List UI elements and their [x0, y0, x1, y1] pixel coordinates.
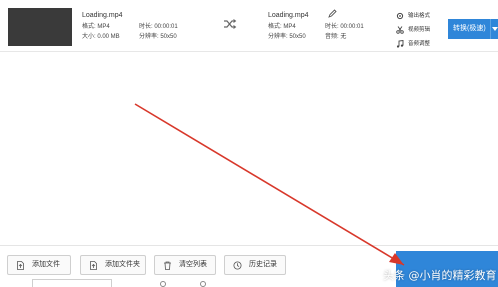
clear-list-button[interactable]: 清空列表 — [154, 255, 216, 275]
add-file-label: 添加文件 — [32, 261, 60, 268]
output-audio: 音频: 无 — [325, 34, 347, 40]
option-radio[interactable] — [200, 281, 206, 287]
file-upload-icon — [17, 261, 24, 270]
source-resolution: 分辨率: 50x50 — [139, 34, 177, 40]
history-button[interactable]: 历史记录 — [224, 255, 286, 275]
audio-adjust-action[interactable]: 音频调整 — [396, 37, 446, 51]
shuffle-icon — [224, 19, 237, 29]
option-radio[interactable] — [160, 281, 166, 287]
audio-adjust-label: 音频调整 — [408, 41, 431, 47]
output-duration: 时长: 00:00:01 — [325, 24, 364, 30]
convert-button[interactable]: 转换(极速) — [448, 19, 498, 39]
watermark: 头条 @小肖的精彩教育 — [383, 269, 497, 282]
output-format-action[interactable]: 输出格式 — [396, 9, 446, 23]
output-format: 格式: MP4 — [268, 24, 296, 30]
clock-icon — [233, 261, 242, 270]
music-icon — [396, 40, 404, 48]
trash-icon — [164, 261, 171, 270]
output-path-select[interactable] — [32, 279, 112, 287]
add-folder-button[interactable]: 添加文件夹 — [80, 255, 146, 275]
convert-button-label: 转换(极速) — [453, 25, 486, 32]
source-file-name: Loading.mp4 — [82, 12, 123, 19]
output-settings-strip — [0, 279, 396, 287]
side-actions: 输出格式 视频剪辑 音频调整 — [396, 9, 446, 51]
output-file-name: Loading.mp4 — [268, 12, 309, 19]
output-resolution: 分辨率: 50x50 — [268, 34, 306, 40]
add-folder-label: 添加文件夹 — [105, 261, 140, 268]
output-format-label: 输出格式 — [408, 13, 431, 19]
clear-list-label: 清空列表 — [179, 261, 207, 268]
video-thumbnail[interactable] — [8, 8, 72, 46]
source-duration: 时长: 00:00:01 — [139, 24, 178, 30]
folder-upload-icon — [90, 261, 97, 270]
video-edit-label: 视频剪辑 — [408, 27, 431, 33]
output-file-info: Loading.mp4 格式: MP4 时长: 00:00:01 分辨率: 50… — [268, 11, 368, 42]
source-size: 大小: 0.00 MB — [82, 34, 120, 40]
source-file-info: Loading.mp4 格式: MP4 时长: 00:00:01 大小: 0.0… — [82, 11, 192, 42]
add-file-button[interactable]: 添加文件 — [7, 255, 71, 275]
scissors-icon — [396, 26, 404, 34]
history-label: 历史记录 — [249, 261, 277, 268]
file-row[interactable]: Loading.mp4 格式: MP4 时长: 00:00:01 大小: 0.0… — [0, 0, 498, 52]
video-edit-action[interactable]: 视频剪辑 — [396, 23, 446, 37]
convert-dropdown-arrow[interactable] — [490, 19, 498, 39]
source-format: 格式: MP4 — [82, 24, 110, 30]
gear-icon — [396, 12, 404, 20]
edit-name-icon[interactable] — [328, 9, 337, 18]
